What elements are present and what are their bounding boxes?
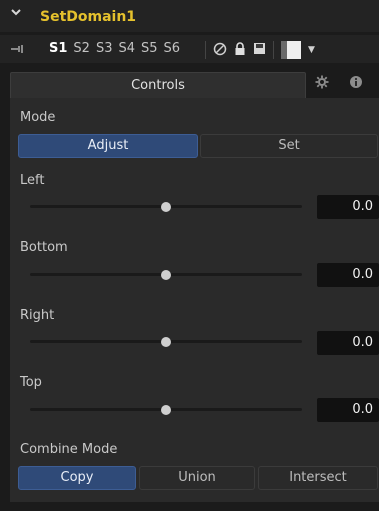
pin-icon[interactable] (10, 43, 24, 55)
info-icon[interactable] (344, 75, 368, 95)
left-value-field[interactable]: 0.0 (317, 195, 379, 219)
collapse-chevron-icon[interactable] (10, 6, 22, 20)
color-swatch-icon[interactable] (281, 41, 301, 59)
save-icon[interactable] (253, 42, 266, 58)
bottom-slider-knob[interactable] (161, 270, 171, 280)
tab-controls[interactable]: Controls (10, 72, 306, 98)
settings-gear-icon[interactable] (310, 75, 334, 95)
slot-s6[interactable]: S6 (161, 41, 184, 57)
toolbar-separator (205, 41, 206, 59)
mode-adjust-button[interactable]: Adjust (18, 134, 198, 158)
combine-mode-label: Combine Mode (20, 442, 118, 457)
lock-icon[interactable] (234, 41, 246, 59)
slot-s3[interactable]: S3 (93, 41, 116, 57)
left-label: Left (20, 173, 45, 188)
mode-set-button[interactable]: Set (200, 134, 378, 158)
tab-bar: Controls (10, 72, 373, 98)
node-title: SetDomain1 (40, 9, 137, 25)
right-value-field[interactable]: 0.0 (317, 331, 379, 355)
title-bar: SetDomain1 (0, 0, 379, 32)
controls-panel: Mode Adjust Set Left 0.0 Bottom 0.0 Righ… (10, 98, 379, 502)
bottom-value-field[interactable]: 0.0 (317, 263, 379, 287)
bottom-label: Bottom (20, 240, 68, 255)
top-slider-knob[interactable] (161, 405, 171, 415)
combine-copy-button[interactable]: Copy (18, 466, 136, 490)
disable-icon[interactable] (213, 42, 227, 59)
combine-union-button[interactable]: Union (139, 466, 255, 490)
combine-intersect-button[interactable]: Intersect (258, 466, 378, 490)
slot-s2[interactable]: S2 (70, 41, 93, 57)
toolbar-icons: ▼ (205, 41, 315, 59)
toolbar-separator (273, 41, 274, 59)
left-slider-knob[interactable] (161, 202, 171, 212)
right-slider-knob[interactable] (161, 337, 171, 347)
top-label: Top (20, 375, 42, 390)
slot-s1[interactable]: S1 (46, 41, 70, 57)
slot-s5[interactable]: S5 (138, 41, 161, 57)
mode-label: Mode (20, 110, 56, 125)
right-label: Right (20, 308, 55, 323)
slot-s4[interactable]: S4 (115, 41, 138, 57)
version-slots: S1 S2 S3 S4 S5 S6 (46, 41, 183, 57)
dropdown-arrow-icon[interactable]: ▼ (308, 45, 315, 55)
top-value-field[interactable]: 0.0 (317, 398, 379, 422)
node-toolbar: S1 S2 S3 S4 S5 S6 ▼ (0, 35, 379, 63)
